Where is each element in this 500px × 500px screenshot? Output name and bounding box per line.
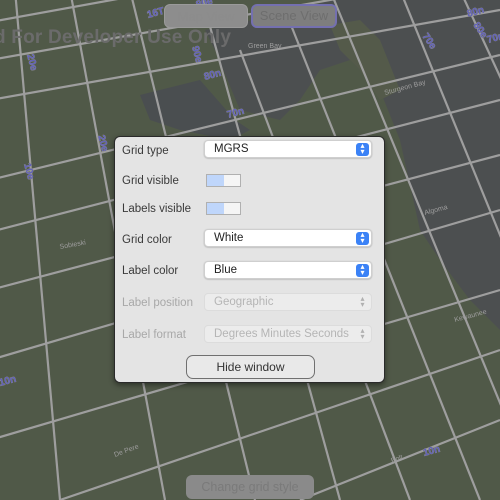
label-color-label: Label color <box>122 265 179 277</box>
grid-type-label: Grid type <box>122 145 169 157</box>
hide-window-button[interactable]: Hide window <box>186 355 315 379</box>
chevron-up-down-icon: ▴ ▾ <box>360 294 365 309</box>
grid-color-select[interactable]: White ▴ ▾ <box>204 229 372 247</box>
developer-watermark: d For Developer Use Only <box>0 27 232 48</box>
chevron-up-down-icon: ▴ ▾ <box>356 263 369 277</box>
toggle-on-segment <box>207 203 224 214</box>
grid-type-select[interactable]: MGRS ▴ ▾ <box>204 140 372 158</box>
grid-color-label: Grid color <box>122 234 172 246</box>
label-color-value: Blue <box>214 264 238 276</box>
scene-view-button[interactable]: Scene View <box>251 4 337 28</box>
grid-type-value: MGRS <box>214 143 249 155</box>
label-position-select[interactable]: Geographic ▴ ▾ <box>204 293 372 311</box>
chevron-up-down-icon: ▴ ▾ <box>360 326 365 341</box>
label-position-value: Geographic <box>214 296 274 308</box>
grid-color-value: White <box>214 232 244 244</box>
toggle-off-segment <box>224 175 240 186</box>
map-view-button[interactable]: Map View <box>164 4 248 28</box>
labels-visible-toggle[interactable] <box>206 202 241 215</box>
toggle-on-segment <box>207 175 224 186</box>
chevron-up-down-icon: ▴ ▾ <box>356 142 369 156</box>
label-position-label: Label position <box>122 297 193 309</box>
labels-visible-label: Labels visible <box>122 203 192 215</box>
grid-settings-panel: Grid type MGRS ▴ ▾ Grid visible Labels vi… <box>114 136 385 383</box>
label-format-label: Label format <box>122 329 186 341</box>
grid-visible-toggle[interactable] <box>206 174 241 187</box>
label-format-value: Degrees Minutes Seconds <box>214 328 349 340</box>
change-grid-style-button[interactable]: Change grid style <box>186 475 314 499</box>
chevron-up-down-icon: ▴ ▾ <box>356 231 369 245</box>
place-label: Green Bay <box>248 43 282 50</box>
grid-visible-label: Grid visible <box>122 175 179 187</box>
toggle-off-segment <box>224 203 240 214</box>
label-format-select[interactable]: Degrees Minutes Seconds ▴ ▾ <box>204 325 372 343</box>
label-color-select[interactable]: Blue ▴ ▾ <box>204 261 372 279</box>
